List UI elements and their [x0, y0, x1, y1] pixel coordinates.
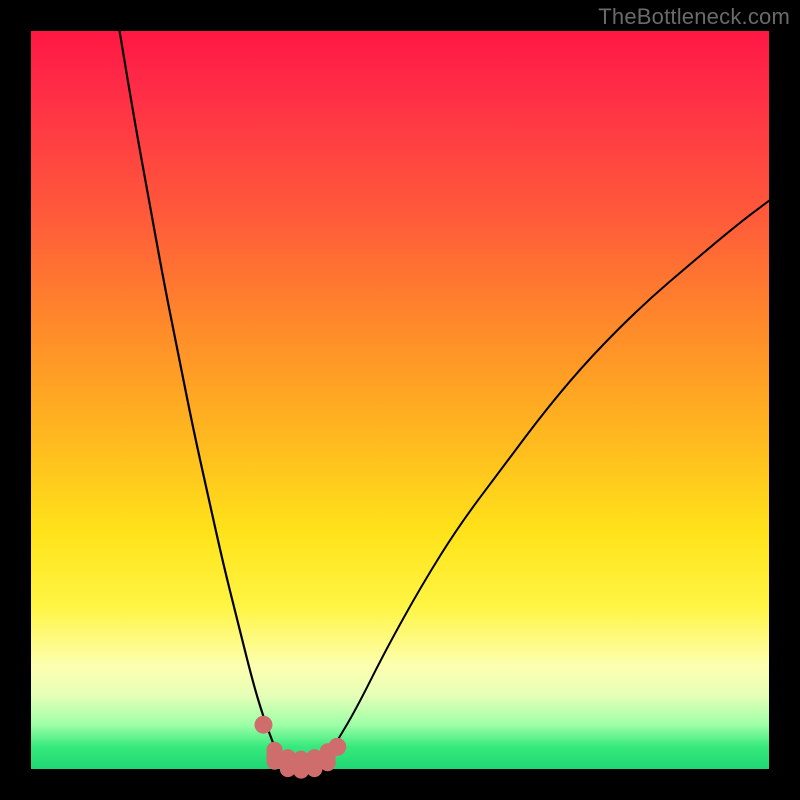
- chart-svg: [31, 31, 769, 769]
- plot-area: [31, 31, 769, 769]
- watermark-text: TheBottleneck.com: [598, 4, 790, 30]
- valley-dot: [254, 716, 272, 734]
- valley-dot: [328, 738, 346, 756]
- left-falling-curve: [120, 31, 275, 747]
- right-rising-curve: [334, 201, 769, 747]
- chart-frame: TheBottleneck.com: [0, 0, 800, 800]
